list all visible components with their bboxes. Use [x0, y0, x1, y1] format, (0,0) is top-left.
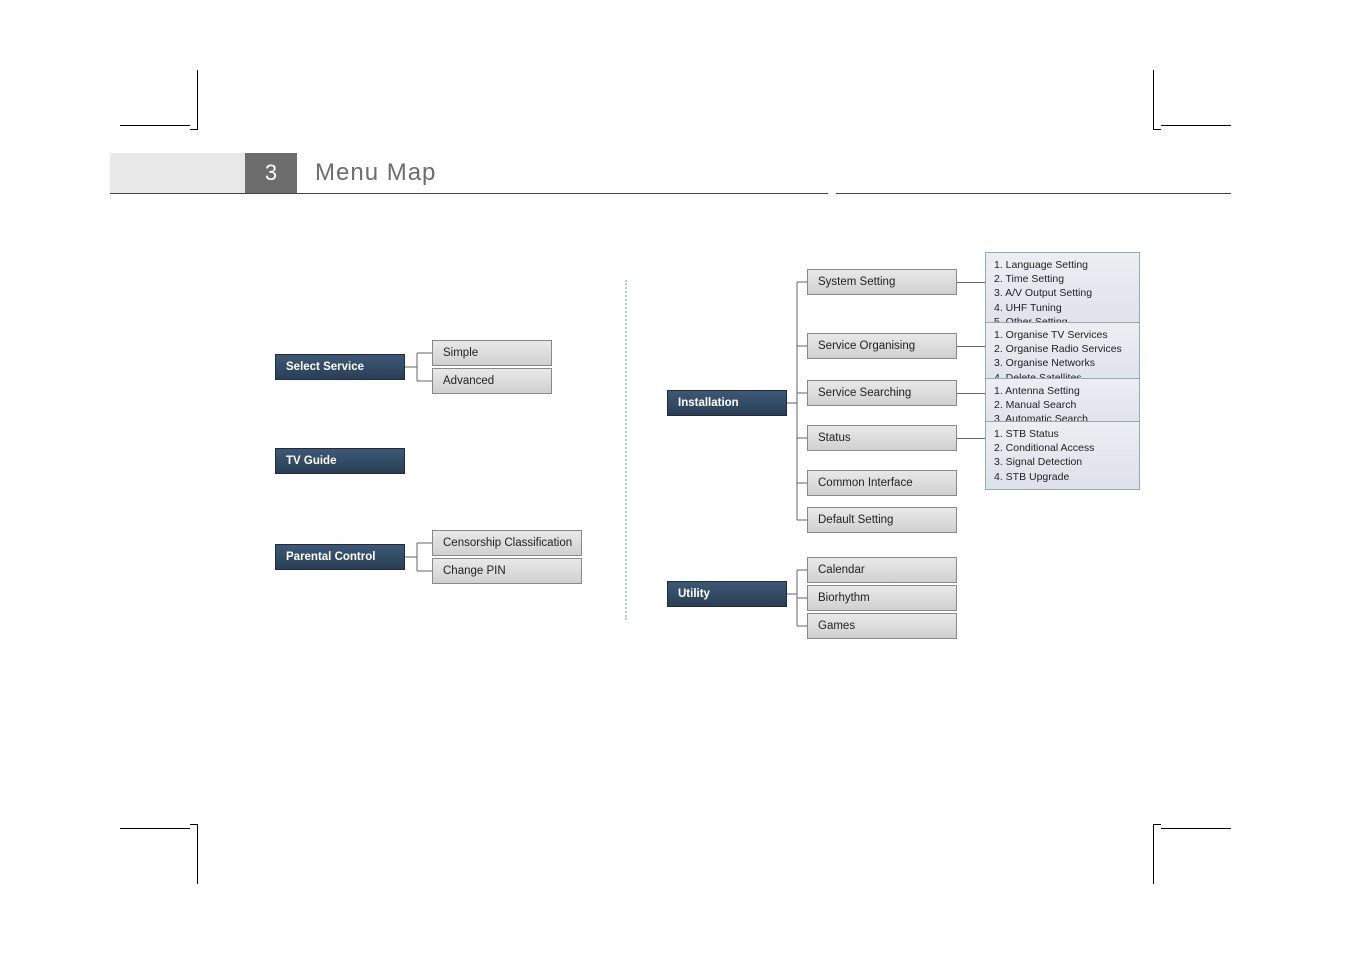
crop-mark	[1161, 821, 1231, 829]
submenu-service-searching: Service Searching	[807, 380, 957, 406]
header-rule	[110, 193, 1231, 194]
header-band: 3 Menu Map	[110, 153, 1231, 193]
detail-item: 3. Organise Networks	[994, 356, 1131, 370]
menu-select-service: Select Service	[275, 354, 405, 380]
detail-item: 3. A/V Output Setting	[994, 286, 1131, 300]
detail-item: 2. Manual Search	[994, 398, 1131, 412]
column-divider	[625, 280, 627, 620]
page: 3 Menu Map Select Service Simple Advance…	[0, 0, 1351, 954]
detail-item: 4. UHF Tuning	[994, 301, 1131, 315]
menu-installation: Installation	[667, 390, 787, 416]
connector	[957, 438, 985, 439]
submenu-advanced: Advanced	[432, 368, 552, 394]
crop-mark	[120, 821, 190, 829]
header-gap	[828, 153, 836, 194]
crop-mark	[120, 125, 190, 133]
detail-item: 1. Organise TV Services	[994, 328, 1131, 342]
detail-item: 4. STB Upgrade	[994, 470, 1131, 484]
detail-item: 2. Conditional Access	[994, 441, 1131, 455]
crop-mark	[190, 70, 198, 130]
crop-mark	[1161, 125, 1231, 133]
detail-item: 1. STB Status	[994, 427, 1131, 441]
menu-tv-guide: TV Guide	[275, 448, 405, 474]
connector	[405, 530, 435, 590]
detail-item: 3. Signal Detection	[994, 455, 1131, 469]
crop-mark	[190, 824, 198, 884]
chapter-number: 3	[245, 153, 297, 193]
submenu-games: Games	[807, 613, 957, 639]
submenu-status: Status	[807, 425, 957, 451]
menu-utility: Utility	[667, 581, 787, 607]
submenu-default-setting: Default Setting	[807, 507, 957, 533]
submenu-censorship: Censorship Classification	[432, 530, 582, 556]
detail-item: 2. Organise Radio Services	[994, 342, 1131, 356]
connector	[957, 282, 985, 283]
crop-mark	[1153, 70, 1161, 130]
detail-status: 1. STB Status 2. Conditional Access 3. S…	[985, 421, 1140, 490]
connector	[405, 340, 435, 400]
submenu-biorhythm: Biorhythm	[807, 585, 957, 611]
submenu-calendar: Calendar	[807, 557, 957, 583]
header-accent	[110, 153, 245, 193]
connector	[787, 269, 811, 539]
submenu-common-interface: Common Interface	[807, 470, 957, 496]
connector	[957, 346, 985, 347]
crop-mark	[1153, 824, 1161, 884]
submenu-system-setting: System Setting	[807, 269, 957, 295]
submenu-change-pin: Change PIN	[432, 558, 582, 584]
connector	[957, 393, 985, 394]
detail-item: 2. Time Setting	[994, 272, 1131, 286]
submenu-service-organising: Service Organising	[807, 333, 957, 359]
submenu-simple: Simple	[432, 340, 552, 366]
connector	[787, 557, 811, 647]
detail-item: 1. Antenna Setting	[994, 384, 1131, 398]
detail-item: 1. Language Setting	[994, 258, 1131, 272]
menu-parental-control: Parental Control	[275, 544, 405, 570]
page-title: Menu Map	[315, 153, 436, 193]
